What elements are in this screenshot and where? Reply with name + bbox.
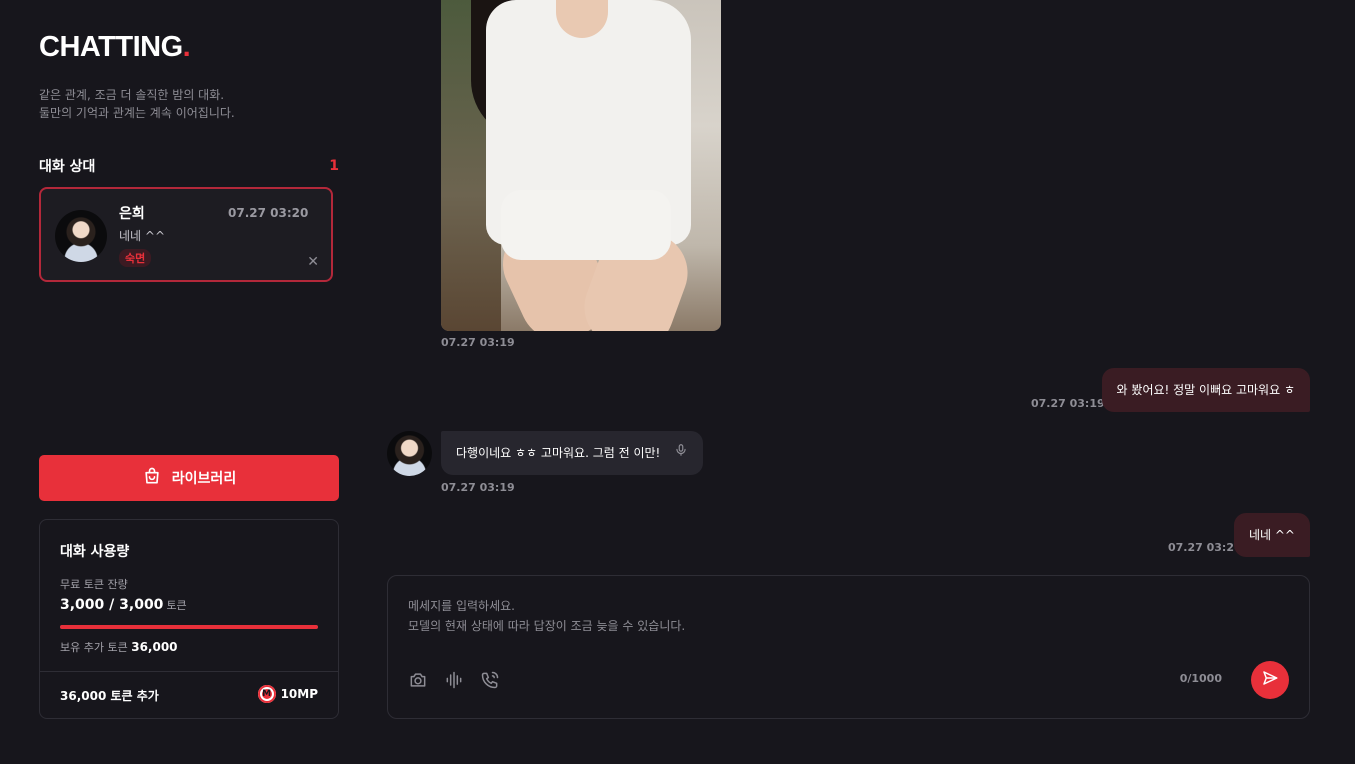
partner-card[interactable]: 은희 07.27 03:20 네네 ^^ 숙면 ✕ xyxy=(39,187,333,282)
message-bubble-outgoing: 와 봤어요! 정말 이뻐요 고마워요 ㅎ xyxy=(1101,368,1310,412)
partner-avatar xyxy=(55,210,107,262)
free-token-value: 3,000 / 3,000 토큰 xyxy=(60,597,187,613)
composer-tools xyxy=(408,670,500,690)
free-token-progress xyxy=(60,625,318,629)
message-bubble-outgoing: 네네 ^^ xyxy=(1233,513,1310,557)
chat-image[interactable] xyxy=(441,0,721,331)
partners-header: 대화 상대 1 xyxy=(39,156,339,176)
send-button[interactable] xyxy=(1251,661,1289,699)
message-time: 07.27 03:20 xyxy=(1168,541,1242,554)
library-button[interactable]: 라이브러리 xyxy=(39,455,339,501)
partner-name: 은희 xyxy=(119,206,145,222)
library-label: 라이브러리 xyxy=(171,471,237,487)
sidebar: CHATTING. 같은 관계, 조금 더 솔직한 밤의 대화. 둘만의 기억과… xyxy=(39,0,339,764)
add-token-button[interactable]: 36,000 토큰 추가 xyxy=(60,687,159,704)
status-badge: 숙면 xyxy=(119,249,152,267)
char-count: 0/1000 xyxy=(1179,672,1222,685)
close-icon[interactable]: ✕ xyxy=(307,254,319,270)
mp-coin-icon: M xyxy=(257,685,276,703)
token-price[interactable]: M 10MP xyxy=(257,685,318,703)
free-token-label: 무료 토큰 잔량 xyxy=(60,578,128,591)
app-tagline: 같은 관계, 조금 더 솔직한 밤의 대화. 둘만의 기억과 관계는 계속 이어… xyxy=(39,88,235,120)
usage-card: 대화 사용량 무료 토큰 잔량 3,000 / 3,000 토큰 보유 추가 토큰… xyxy=(39,519,339,719)
message-time: 07.27 03:19 xyxy=(441,481,515,494)
usage-title: 대화 사용량 xyxy=(60,544,130,560)
partner-last-time: 07.27 03:20 xyxy=(228,206,309,220)
partner-avatar[interactable] xyxy=(387,431,432,476)
message-composer: 0/1000 xyxy=(387,575,1310,719)
message-input[interactable] xyxy=(408,596,1288,640)
app-logo[interactable]: CHATTING. xyxy=(39,31,191,64)
phone-call-icon[interactable] xyxy=(480,670,500,690)
partners-count: 1 xyxy=(329,158,339,174)
shopping-bag-icon xyxy=(142,466,162,490)
partner-last-message: 네네 ^^ xyxy=(119,229,166,243)
price-label: 10MP xyxy=(280,687,318,701)
voice-wave-icon[interactable] xyxy=(444,670,464,690)
microphone-icon[interactable] xyxy=(674,431,688,475)
message-time: 07.27 03:19 xyxy=(441,336,515,349)
partners-title: 대화 상대 xyxy=(39,159,96,175)
divider xyxy=(40,671,338,672)
camera-icon[interactable] xyxy=(408,670,428,690)
free-token-progress-fill xyxy=(60,625,318,629)
extra-token-info: 보유 추가 토큰 36,000 xyxy=(60,640,178,654)
message-bubble-incoming: 다행이네요 ㅎㅎ 고마워요. 그럼 전 이만! xyxy=(441,431,704,475)
send-icon xyxy=(1261,669,1279,691)
message-time: 07.27 03:19 xyxy=(1031,397,1105,410)
